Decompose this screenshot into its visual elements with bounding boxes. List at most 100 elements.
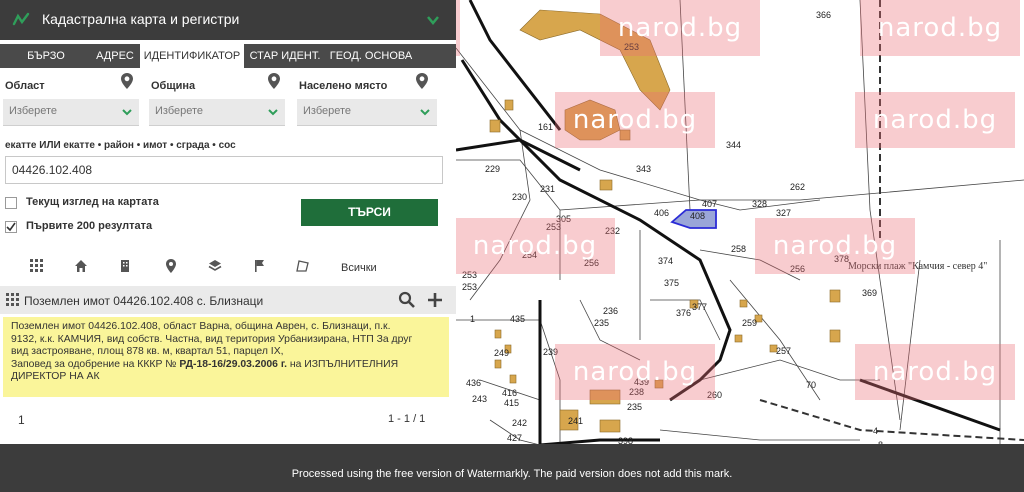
chevron-down-icon — [268, 109, 278, 116]
watermark-footer: Processed using the free version of Wate… — [291, 468, 733, 480]
svg-text:241: 241 — [568, 416, 583, 426]
beach-label: Морски плаж "Камчия - север 4" — [848, 261, 987, 272]
svg-text:375: 375 — [664, 278, 679, 288]
svg-text:249: 249 — [494, 348, 509, 358]
svg-text:232: 232 — [605, 226, 620, 236]
tab-bar: БЪРЗО ТЪРСЕНЕ АДРЕС ИДЕНТИФИКАТОР СТАР И… — [0, 44, 456, 86]
svg-text:253: 253 — [462, 282, 477, 292]
naseleno-myasto-select-value: Изберете — [303, 105, 352, 117]
svg-text:253: 253 — [546, 222, 561, 232]
svg-text:239: 239 — [543, 347, 558, 357]
result-filter-toolbar — [0, 252, 456, 282]
svg-text:235: 235 — [594, 318, 609, 328]
svg-text:369: 369 — [862, 288, 877, 298]
chevron-down-icon — [122, 109, 132, 116]
grid-icon[interactable] — [30, 259, 44, 273]
svg-text:231: 231 — [540, 184, 555, 194]
zoom-to-icon[interactable] — [398, 291, 416, 309]
result-order-line: Заповед за одобрение на КККР № РД-18-16/… — [11, 359, 441, 372]
first-200-checkbox[interactable] — [5, 221, 17, 233]
naseleno-myasto-label: Населено място — [299, 80, 388, 92]
all-filter-label[interactable]: Всички — [341, 262, 377, 274]
tab-quick-search[interactable]: БЪРЗО ТЪРСЕНЕ — [0, 44, 92, 86]
svg-text:435: 435 — [510, 314, 525, 324]
pagination-page[interactable]: 1 — [18, 413, 25, 427]
svg-text:377: 377 — [692, 302, 707, 312]
home-icon[interactable] — [74, 259, 88, 273]
layers-icon[interactable] — [208, 259, 222, 273]
svg-text:439: 439 — [634, 377, 649, 387]
search-button[interactable]: ТЪРСИ — [301, 199, 438, 226]
current-view-checkbox[interactable] — [5, 197, 17, 209]
result-text-line: ДИРЕКТОР НА АК — [11, 371, 100, 383]
svg-text:243: 243 — [472, 394, 487, 404]
svg-text:406: 406 — [654, 208, 669, 218]
svg-text:376: 376 — [676, 308, 691, 318]
svg-text:328: 328 — [752, 199, 767, 209]
result-details: Поземлен имот 04426.102.408, област Варн… — [3, 317, 449, 397]
obshtina-label: Община — [151, 80, 196, 92]
svg-text:366: 366 — [816, 10, 831, 20]
svg-text:253: 253 — [624, 42, 639, 52]
svg-text:415: 415 — [504, 398, 519, 408]
tab-old-identifier[interactable]: СТАР ИДЕНТ. — [246, 44, 324, 68]
add-icon[interactable] — [426, 291, 444, 309]
svg-text:407: 407 — [702, 199, 717, 209]
svg-text:427: 427 — [507, 433, 522, 443]
svg-text:344: 344 — [726, 140, 741, 150]
svg-text:259: 259 — [742, 318, 757, 328]
location-pin-icon — [416, 73, 428, 89]
result-text-line: вид застрояване, площ 878 кв. м, квартал… — [11, 346, 284, 358]
svg-text:378: 378 — [834, 254, 849, 264]
search-panel: Кадастрална карта и регистри БЪРЗО ТЪРСЕ… — [0, 0, 456, 492]
svg-text:4: 4 — [873, 426, 878, 436]
chevron-down-icon[interactable] — [425, 12, 441, 28]
building-icon[interactable] — [118, 259, 132, 273]
result-header[interactable]: Поземлен имот 04426.102.408 с. Близнаци — [0, 286, 456, 314]
svg-text:1: 1 — [470, 314, 475, 324]
svg-text:327: 327 — [776, 208, 791, 218]
panel-title: Кадастрална карта и регистри — [42, 11, 240, 27]
oblast-select[interactable]: Изберете — [3, 99, 139, 126]
svg-text:258: 258 — [731, 244, 746, 254]
oblast-select-value: Изберете — [9, 105, 58, 117]
result-text-line: 9132, к.к. КАМЧИЯ, вид собств. Частна, в… — [11, 333, 413, 345]
svg-text:257: 257 — [776, 346, 791, 356]
order-suffix: на ИЗПЪЛНИТЕЛНИЯ — [287, 358, 399, 370]
obshtina-select-value: Изберете — [155, 105, 204, 117]
svg-text:70: 70 — [806, 380, 816, 390]
tab-address[interactable]: АДРЕС — [92, 44, 138, 68]
order-number: РД-18-16/29.03.2006 г. — [179, 358, 287, 370]
svg-text:256: 256 — [584, 258, 599, 268]
svg-text:343: 343 — [636, 164, 651, 174]
tab-geodetic-base[interactable]: ГЕОД. ОСНОВА — [326, 44, 416, 68]
pagination-count: 1 - 1 / 1 — [388, 413, 426, 425]
checkmark-icon — [6, 222, 16, 232]
identifier-input[interactable]: 04426.102.408 — [5, 156, 443, 184]
svg-text:436: 436 — [466, 378, 481, 388]
grid-icon — [6, 293, 19, 306]
svg-text:238: 238 — [629, 387, 644, 397]
tab-identifier[interactable]: ИДЕНТИФИКАТОР — [140, 44, 244, 68]
svg-text:416: 416 — [502, 388, 517, 398]
svg-text:254: 254 — [522, 250, 537, 260]
result-title: Поземлен имот 04426.102.408 с. Близнаци — [24, 294, 264, 308]
svg-text:161: 161 — [538, 122, 553, 132]
polygon-icon[interactable] — [296, 259, 310, 273]
naseleno-myasto-select[interactable]: Изберете — [297, 99, 437, 126]
location-pin-icon — [121, 73, 133, 89]
svg-text:242: 242 — [512, 418, 527, 428]
first-200-label: Първите 200 резултата — [26, 220, 153, 232]
location-pin-icon[interactable] — [164, 259, 178, 273]
svg-text:236: 236 — [603, 306, 618, 316]
identifier-format-label: екатте ИЛИ екатте • район • имот • сград… — [5, 140, 236, 151]
order-prefix: Заповед за одобрение на КККР № — [11, 358, 180, 370]
panel-header: Кадастрална карта и регистри — [0, 0, 456, 40]
cadastre-logo-icon — [12, 12, 30, 26]
flag-icon[interactable] — [252, 259, 266, 273]
svg-text:235: 235 — [627, 402, 642, 412]
svg-text:256: 256 — [790, 264, 805, 274]
obshtina-select[interactable]: Изберете — [149, 99, 285, 126]
svg-text:230: 230 — [512, 192, 527, 202]
location-pin-icon — [268, 73, 280, 89]
